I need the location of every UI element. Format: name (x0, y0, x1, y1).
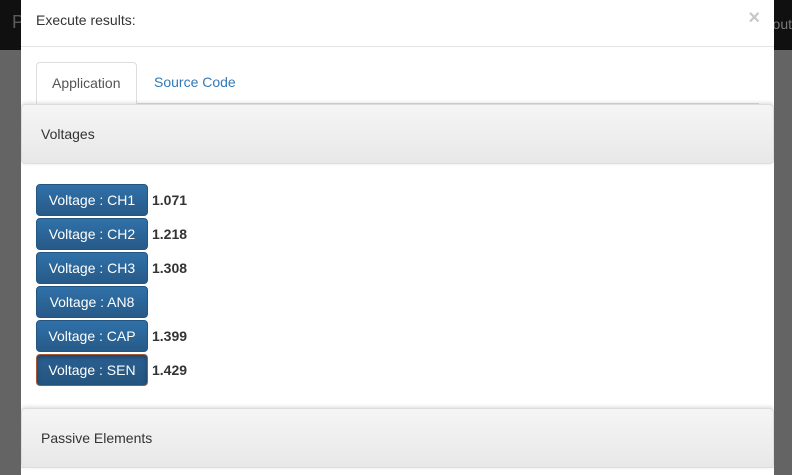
modal-header: Execute results: × (21, 0, 774, 47)
voltage-ch3-value: 1.308 (152, 260, 188, 276)
execute-results-modal: Execute results: × Application Source Co… (21, 0, 774, 475)
passive-panel-title: Passive Elements (41, 430, 153, 446)
panel-divider (21, 467, 774, 468)
voltage-ch2-value: 1.218 (152, 226, 188, 242)
voltage-ch3-button[interactable]: Voltage : CH3 (36, 252, 148, 284)
voltage-ch1-button[interactable]: Voltage : CH1 (36, 184, 148, 216)
voltages-panel-heading[interactable]: Voltages (21, 104, 774, 164)
close-icon[interactable]: × (748, 8, 760, 28)
voltage-ch2-button[interactable]: Voltage : CH2 (36, 218, 148, 250)
voltages-panel-title: Voltages (41, 126, 95, 142)
modal-title: Execute results: (36, 12, 136, 28)
voltage-an8-button[interactable]: Voltage : AN8 (36, 286, 148, 318)
passive-elements-panel-heading[interactable]: Passive Elements (21, 408, 774, 468)
voltage-sen-button[interactable]: Voltage : SEN (36, 354, 148, 386)
voltage-sen-value: 1.429 (152, 362, 188, 378)
tab-bar: Application Source Code (36, 62, 759, 104)
voltage-cap-button[interactable]: Voltage : CAP (36, 320, 148, 352)
tab-application[interactable]: Application (36, 62, 137, 104)
voltage-cap-value: 1.399 (152, 328, 188, 344)
voltage-ch1-value: 1.071 (152, 192, 188, 208)
topbar-right-text: out (772, 16, 792, 32)
tab-source-code[interactable]: Source Code (139, 62, 251, 102)
